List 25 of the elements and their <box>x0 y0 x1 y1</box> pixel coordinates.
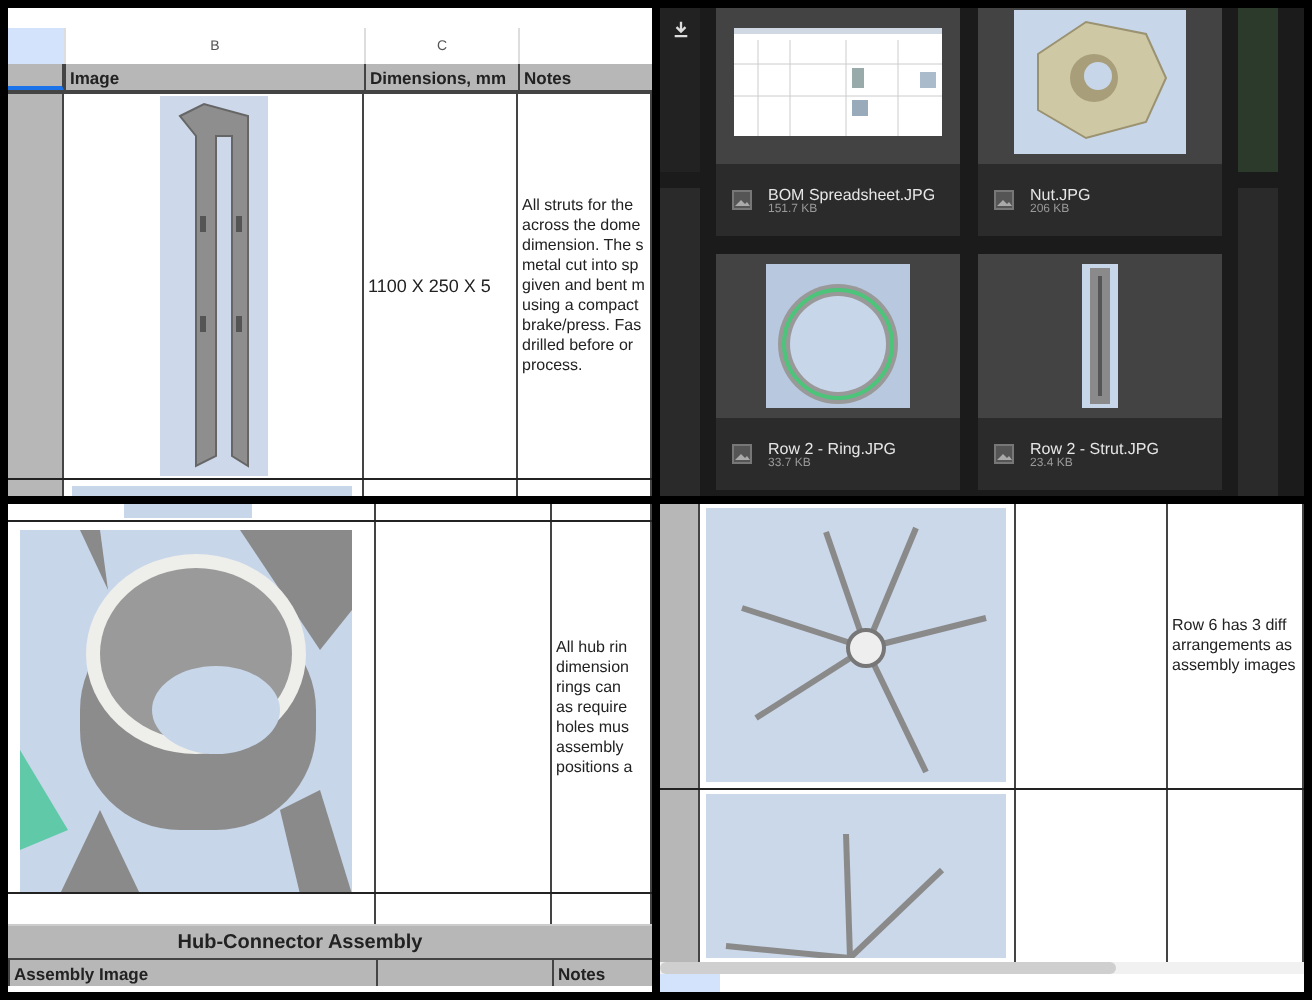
header-cell: Assembly Image <box>8 960 376 986</box>
row-header[interactable] <box>660 504 700 788</box>
row-header[interactable] <box>8 64 64 90</box>
section-title: Hub-Connector Assembly <box>8 926 652 960</box>
corner-cell[interactable] <box>8 28 64 64</box>
header-cell: Notes <box>552 960 652 986</box>
image-file-icon <box>994 190 1014 210</box>
notes-text: All struts for the across the dome dimension. The s metal cut into sp given and bent m using a compact brake/press. Fas drilled before or process. <box>522 196 645 376</box>
notes-text: All hub rin dimension rings can as require holes mus assembly positions a <box>556 637 633 777</box>
row-header[interactable] <box>660 790 700 962</box>
file-name: Row 2 - Ring.JPG <box>768 439 897 457</box>
row-header[interactable] <box>8 94 64 478</box>
photo-placeholder <box>124 504 252 518</box>
file-name: Row 2 - Strut.JPG <box>1030 439 1159 457</box>
image-file-icon <box>732 190 752 210</box>
download-icon[interactable] <box>672 20 690 38</box>
strut-render-drawing <box>1082 264 1118 408</box>
image-file-icon <box>732 444 752 464</box>
table-cell: 1100 X 250 X 5 <box>364 94 518 478</box>
file-name: Nut.JPG <box>1030 185 1091 203</box>
ring-render-drawing <box>766 264 910 408</box>
scrollbar-thumb[interactable] <box>660 962 1116 974</box>
file-name: BOM Spreadsheet.JPG <box>768 185 936 203</box>
image-file-icon <box>994 444 1014 464</box>
notes-text: Row 6 has 3 diff arrangements as assembly images <box>1172 616 1296 676</box>
